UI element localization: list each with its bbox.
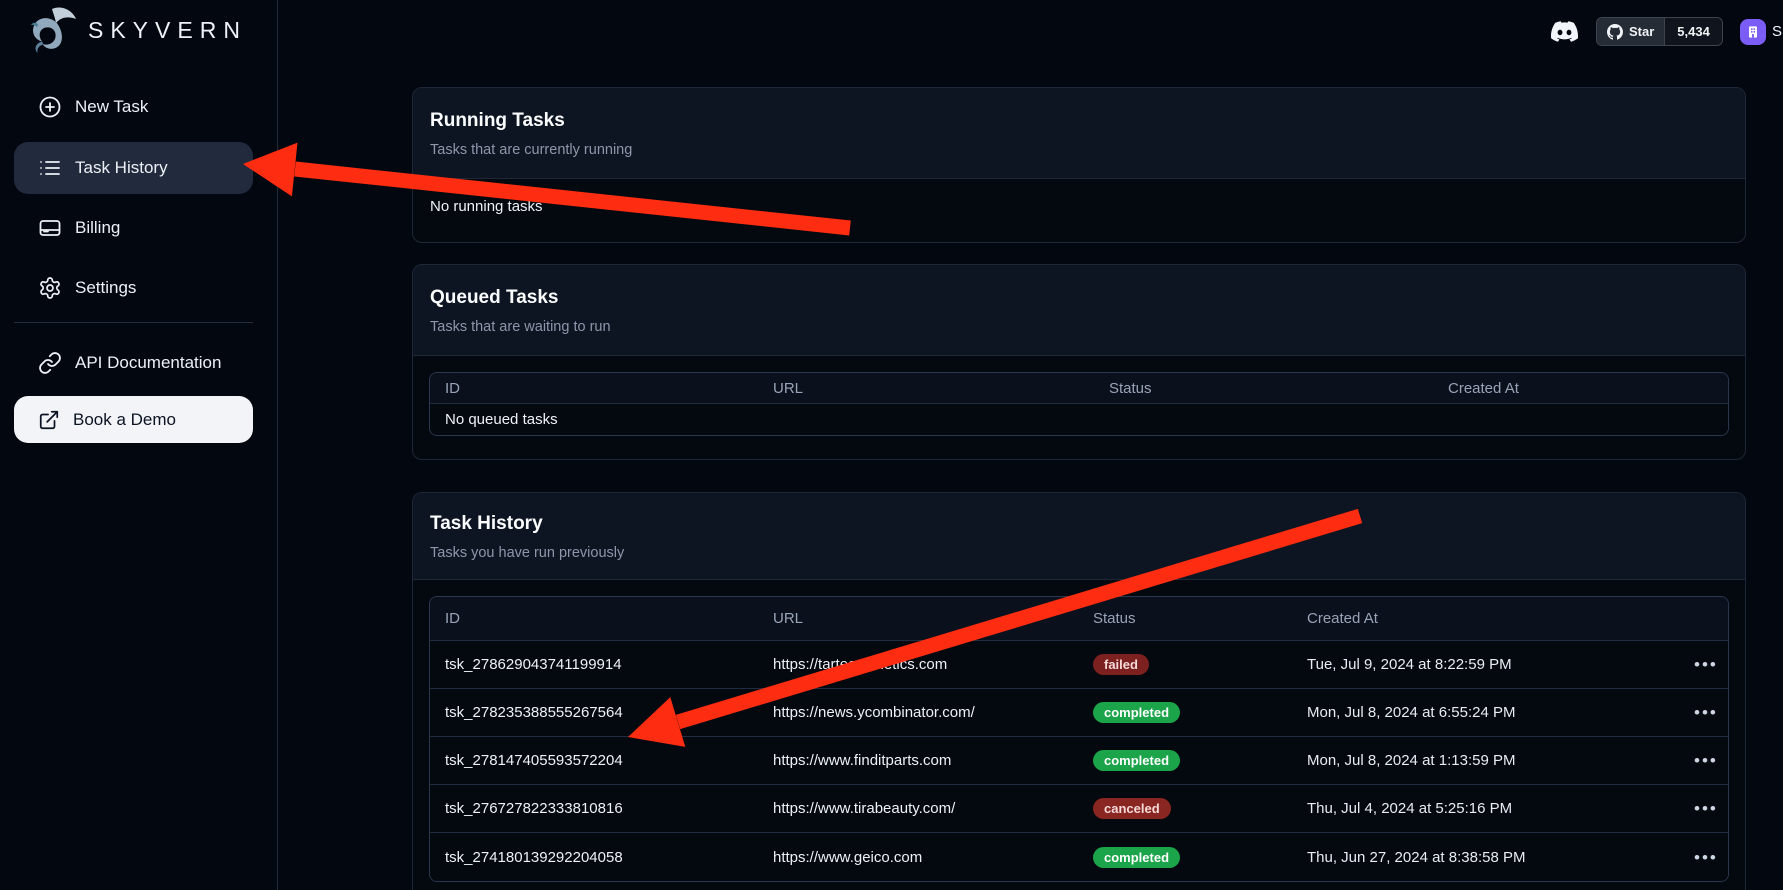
created-at-cell: Mon, Jul 8, 2024 at 1:13:59 PM — [1307, 752, 1694, 769]
task-url-cell: https://www.geico.com — [773, 849, 1093, 866]
column-header-created-at: Created At — [1448, 380, 1728, 397]
queued-tasks-header: Queued Tasks Tasks that are waiting to r… — [413, 265, 1745, 356]
external-link-icon — [38, 409, 60, 431]
table-header-row: ID URL Status Created At — [430, 373, 1728, 404]
skyvern-logo: SKYVERN — [26, 6, 247, 54]
card-title: Queued Tasks — [430, 287, 1728, 309]
created-at-cell: Mon, Jul 8, 2024 at 6:55:24 PM — [1307, 704, 1694, 721]
sidebar-item-api-documentation[interactable]: API Documentation — [14, 337, 253, 389]
task-history-rows: tsk_278629043741199914https://tartecosme… — [430, 641, 1728, 881]
running-tasks-card: Running Tasks Tasks that are currently r… — [412, 87, 1746, 243]
sidebar-divider — [14, 322, 253, 323]
created-at-cell: Thu, Jun 27, 2024 at 8:38:58 PM — [1307, 849, 1694, 866]
task-history-header: Task History Tasks you have run previous… — [413, 493, 1745, 580]
column-header-status: Status — [1093, 610, 1307, 627]
skyvern-dragon-icon — [26, 6, 78, 54]
github-star-widget[interactable]: Star 5,434 — [1596, 17, 1723, 46]
sidebar-item-label: API Documentation — [75, 353, 221, 373]
status-badge: completed — [1093, 847, 1180, 868]
status-badge: completed — [1093, 702, 1180, 723]
task-url-cell: https://news.ycombinator.com/ — [773, 704, 1093, 721]
sidebar-item-billing[interactable]: Billing — [14, 202, 253, 254]
user-name-label: Sk — [1772, 23, 1783, 40]
task-history-table: ID URL Status Created At tsk_27862904374… — [429, 596, 1729, 882]
card-subtitle: Tasks you have run previously — [430, 545, 1728, 561]
task-url-cell: https://www.tirabeauty.com/ — [773, 800, 1093, 817]
book-a-demo-button[interactable]: Book a Demo — [14, 396, 253, 443]
card-subtitle: Tasks that are waiting to run — [430, 319, 1728, 335]
queued-tasks-table: ID URL Status Created At No queued tasks — [429, 372, 1729, 436]
sidebar: SKYVERN New Task Task History Billing Se… — [0, 0, 278, 890]
sidebar-item-task-history[interactable]: Task History — [14, 142, 253, 194]
sidebar-item-label: Task History — [75, 158, 168, 178]
sidebar-item-label: Billing — [75, 218, 120, 238]
running-tasks-empty-message: No running tasks — [413, 179, 1745, 234]
discord-icon[interactable] — [1551, 18, 1578, 45]
card-title: Task History — [430, 513, 1728, 535]
task-url-cell: https://tartecosmetics.com — [773, 656, 1093, 673]
column-header-id: ID — [445, 380, 773, 397]
task-id-cell: tsk_278629043741199914 — [445, 656, 773, 673]
table-row[interactable]: tsk_278629043741199914https://tartecosme… — [430, 641, 1728, 689]
column-header-id: ID — [445, 610, 773, 627]
sidebar-item-settings[interactable]: Settings — [14, 262, 253, 314]
sidebar-item-label: New Task — [75, 97, 148, 117]
credit-card-icon — [38, 216, 62, 240]
row-actions-button[interactable]: ••• — [1694, 800, 1718, 817]
task-url-cell: https://www.finditparts.com — [773, 752, 1093, 769]
row-actions-button[interactable]: ••• — [1694, 849, 1718, 866]
table-row[interactable]: tsk_276727822333810816https://www.tirabe… — [430, 785, 1728, 833]
github-star-count: 5,434 — [1664, 18, 1722, 45]
created-at-cell: Thu, Jul 4, 2024 at 5:25:16 PM — [1307, 800, 1694, 817]
sidebar-item-new-task[interactable]: New Task — [14, 81, 253, 133]
gear-icon — [38, 276, 62, 300]
logo-wordmark: SKYVERN — [88, 17, 247, 44]
task-id-cell: tsk_278147405593572204 — [445, 752, 773, 769]
row-actions-button[interactable]: ••• — [1694, 752, 1718, 769]
running-tasks-header: Running Tasks Tasks that are currently r… — [413, 88, 1745, 179]
column-header-url: URL — [773, 380, 1109, 397]
column-header-url: URL — [773, 610, 1093, 627]
table-row[interactable]: tsk_278147405593572204https://www.findit… — [430, 737, 1728, 785]
queued-tasks-empty-row: No queued tasks — [430, 404, 1728, 435]
github-icon — [1607, 24, 1623, 40]
row-actions-button[interactable]: ••• — [1694, 656, 1718, 673]
list-icon — [38, 156, 62, 180]
status-badge: completed — [1093, 750, 1180, 771]
task-id-cell: tsk_274180139292204058 — [445, 849, 773, 866]
task-id-cell: tsk_276727822333810816 — [445, 800, 773, 817]
plus-circle-icon — [38, 95, 62, 119]
card-title: Running Tasks — [430, 110, 1728, 132]
organization-building-icon — [1745, 24, 1761, 40]
task-history-card: Task History Tasks you have run previous… — [412, 492, 1746, 890]
column-header-created-at: Created At — [1307, 610, 1694, 627]
table-row[interactable]: tsk_278235388555267564https://news.ycomb… — [430, 689, 1728, 737]
card-subtitle: Tasks that are currently running — [430, 142, 1728, 158]
task-id-cell: tsk_278235388555267564 — [445, 704, 773, 721]
sidebar-item-label: Settings — [75, 278, 136, 298]
book-a-demo-label: Book a Demo — [73, 410, 176, 430]
status-badge: failed — [1093, 654, 1149, 675]
queued-tasks-empty-message: No queued tasks — [445, 411, 1728, 428]
user-avatar[interactable] — [1740, 19, 1766, 45]
created-at-cell: Tue, Jul 9, 2024 at 8:22:59 PM — [1307, 656, 1694, 673]
queued-tasks-card: Queued Tasks Tasks that are waiting to r… — [412, 264, 1746, 460]
column-header-status: Status — [1109, 380, 1448, 397]
row-actions-button[interactable]: ••• — [1694, 704, 1718, 721]
status-badge: canceled — [1093, 798, 1171, 819]
link-icon — [38, 351, 62, 375]
github-star-label: Star — [1629, 24, 1654, 39]
table-row[interactable]: tsk_274180139292204058https://www.geico.… — [430, 833, 1728, 881]
table-header-row: ID URL Status Created At — [430, 597, 1728, 641]
